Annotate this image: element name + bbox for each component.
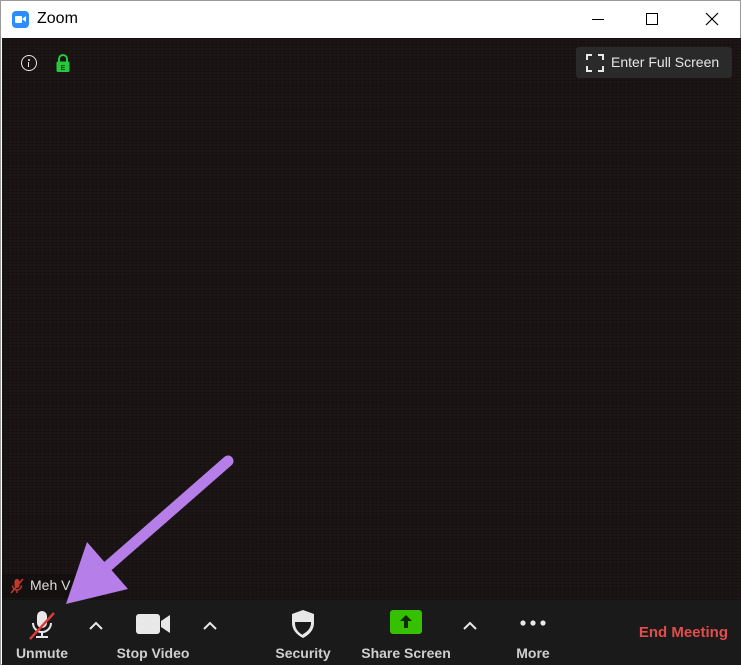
more-button[interactable]: More [506, 600, 560, 665]
encryption-lock-icon[interactable]: E [55, 53, 71, 73]
meeting-toolbar: Unmute Stop Video Security Share Screen … [2, 600, 741, 665]
microphone-muted-icon [29, 611, 55, 640]
close-button[interactable] [686, 1, 738, 38]
ellipsis-icon [520, 620, 546, 626]
end-meeting-button[interactable]: End Meeting [639, 624, 728, 641]
video-area: E Enter Full Screen Meh V [2, 38, 741, 600]
unmute-button[interactable]: Unmute [10, 600, 74, 665]
title-bar: Zoom [1, 1, 740, 38]
share-screen-button[interactable]: Share Screen [359, 600, 453, 665]
more-label: More [516, 645, 550, 661]
participant-name-tag: Meh V [2, 574, 105, 598]
video-camera-icon [136, 614, 170, 634]
window-title: Zoom [37, 10, 78, 27]
audio-options-chevron-up-icon[interactable] [87, 619, 105, 633]
fullscreen-icon [586, 54, 604, 72]
participant-name: Meh V [30, 577, 71, 593]
shield-icon [292, 610, 314, 638]
mic-muted-icon [10, 578, 24, 594]
minimize-icon [592, 19, 604, 20]
fullscreen-label: Enter Full Screen [611, 54, 720, 70]
security-label: Security [275, 645, 331, 661]
info-icon[interactable] [21, 55, 37, 71]
unmute-label: Unmute [15, 645, 69, 661]
share-screen-label: Share Screen [361, 645, 451, 661]
minimize-button[interactable] [572, 1, 624, 38]
share-screen-icon [390, 610, 422, 634]
close-icon [705, 12, 719, 26]
maximize-icon [646, 13, 658, 25]
video-options-chevron-up-icon[interactable] [201, 619, 219, 633]
stop-video-button[interactable]: Stop Video [112, 600, 194, 665]
enter-full-screen-button[interactable]: Enter Full Screen [576, 47, 732, 78]
stop-video-label: Stop Video [116, 645, 190, 661]
share-options-chevron-up-icon[interactable] [461, 619, 479, 633]
security-button[interactable]: Security [270, 600, 336, 665]
maximize-button[interactable] [626, 1, 678, 38]
zoom-app-icon [12, 11, 29, 28]
svg-text:E: E [61, 65, 66, 72]
zoom-window: Zoom E Enter Full Screen Meh V Unmute St… [0, 0, 741, 665]
